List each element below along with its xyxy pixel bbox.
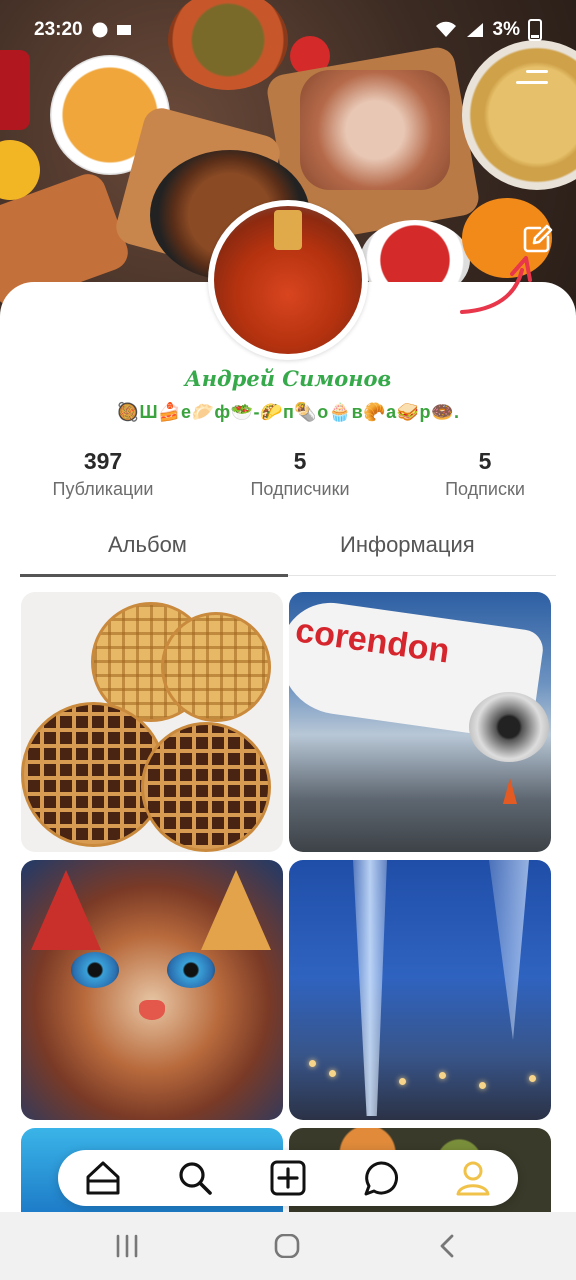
signal-icon — [466, 23, 483, 37]
menu-icon[interactable] — [516, 70, 548, 94]
back-icon[interactable] — [438, 1234, 458, 1258]
battery-icon — [528, 19, 542, 41]
bottom-navigation — [58, 1150, 518, 1206]
photo-cat-painting[interactable] — [21, 860, 283, 1120]
profile-icon[interactable] — [454, 1159, 492, 1197]
profile-tabs: Альбом Информация — [20, 520, 556, 577]
tab-info[interactable]: Информация — [340, 532, 475, 558]
mail-icon — [116, 25, 131, 35]
profile-stats: 397 Публикации 5 Подписчики 5 Подписки — [0, 448, 576, 508]
stat-posts[interactable]: 397 Публикации — [13, 448, 193, 500]
status-right: 3% — [435, 19, 542, 41]
stat-followers-value: 5 — [293, 448, 307, 474]
photo-airplane[interactable]: corendon — [289, 592, 551, 852]
stat-following-value: 5 — [478, 448, 492, 474]
stat-followers-label: Подписчики — [250, 479, 350, 499]
photo-waffles[interactable] — [21, 592, 283, 852]
photo-icicles[interactable] — [289, 860, 551, 1120]
profile-name: Андрей Симонов — [184, 366, 392, 391]
stat-followers[interactable]: 5 Подписчики — [210, 448, 390, 500]
potato-bowl — [462, 40, 576, 190]
home-button-icon[interactable] — [274, 1234, 300, 1258]
tab-album[interactable]: Альбом — [108, 532, 187, 558]
stat-posts-label: Публикации — [52, 479, 154, 499]
search-icon[interactable] — [176, 1159, 214, 1197]
whatsapp-icon — [92, 22, 108, 38]
notification-icons — [91, 21, 133, 39]
stat-following[interactable]: 5 Подписки — [395, 448, 575, 500]
red-sauce — [0, 50, 30, 130]
active-tab-indicator — [20, 574, 288, 577]
profile-avatar[interactable] — [208, 200, 368, 360]
status-time: 23:20 — [34, 19, 83, 40]
profile-bio: 🥘Ш🍰е🥟ф🥗-🌮п🌯о🧁в🥐а🥪р🍩. — [116, 402, 460, 422]
add-post-icon[interactable] — [269, 1159, 307, 1197]
recent-apps-icon[interactable] — [114, 1234, 140, 1258]
meat-plate — [300, 70, 450, 190]
pointer-arrow-icon — [460, 256, 532, 314]
stat-posts-value: 397 — [83, 448, 123, 474]
stat-following-label: Подписки — [445, 479, 525, 499]
home-icon[interactable] — [84, 1159, 122, 1197]
lemon — [0, 140, 40, 200]
status-bar: 23:20 3% — [0, 0, 576, 60]
system-navigation-bar — [0, 1212, 576, 1280]
wifi-icon — [435, 21, 456, 37]
chat-icon[interactable] — [362, 1159, 400, 1197]
battery-percent: 3% — [492, 19, 520, 40]
